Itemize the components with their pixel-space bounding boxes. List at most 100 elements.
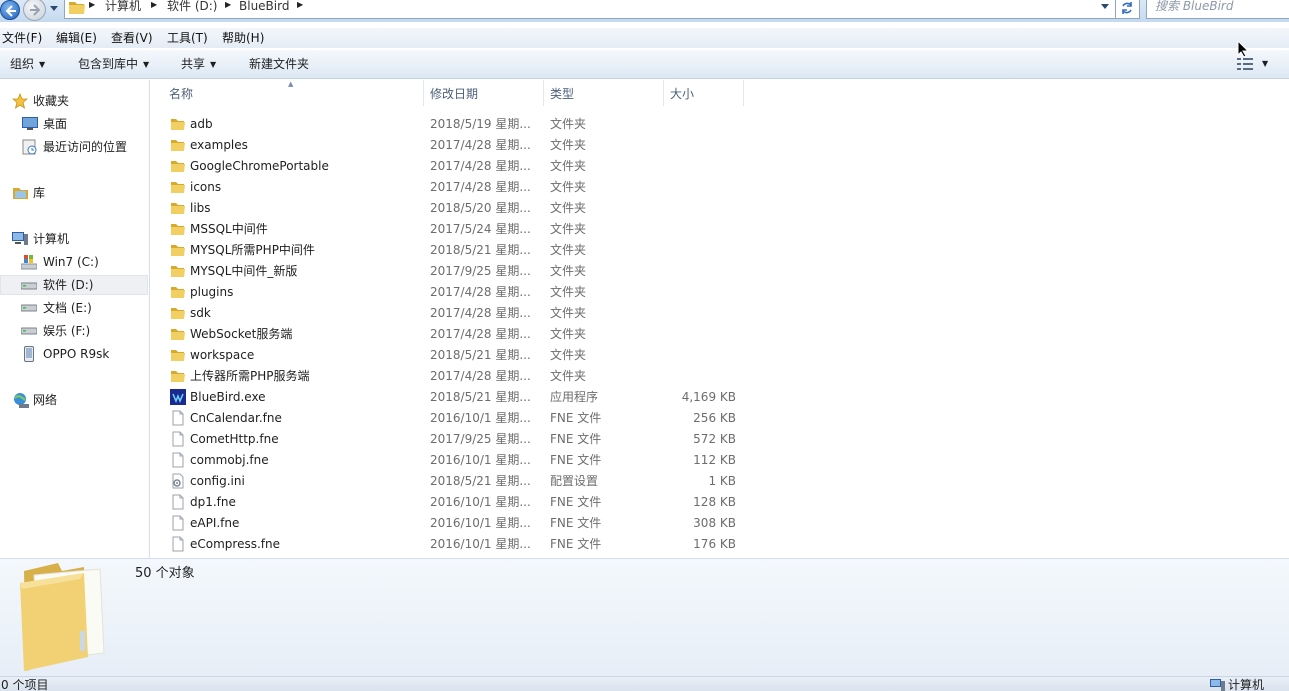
file-row[interactable]: adb 2018/5/19 星期... 文件夹 (168, 114, 888, 135)
file-name: MYSQL中间件_新版 (190, 264, 298, 278)
file-row[interactable]: commobj.fne 2016/10/1 星期... FNE 文件 112 KB (168, 450, 888, 471)
file-row[interactable]: plugins 2017/4/28 星期... 文件夹 (168, 282, 888, 303)
file-row[interactable]: GoogleChromePortable 2017/4/28 星期... 文件夹 (168, 156, 888, 177)
folder-icon (170, 263, 186, 282)
file-name: eCompress.fne (190, 537, 280, 551)
file-row[interactable]: workspace 2018/5/21 星期... 文件夹 (168, 345, 888, 366)
file-row[interactable]: MYSQL所需PHP中间件 2018/5/21 星期... 文件夹 (168, 240, 888, 261)
folder-icon (170, 221, 186, 240)
file-type: 文件夹 (550, 222, 587, 236)
nav-libraries[interactable]: 库 (0, 183, 148, 203)
nav-drive-e[interactable]: 文档 (E:) (0, 298, 148, 318)
file-row[interactable]: examples 2017/4/28 星期... 文件夹 (168, 135, 888, 156)
file-icon (170, 515, 186, 534)
organize-button[interactable]: 组织 ▼ (10, 57, 45, 73)
file-date: 2016/10/1 星期... (430, 453, 531, 467)
file-type: 文件夹 (550, 117, 587, 131)
nav-favorites[interactable]: 收藏夹 (0, 91, 148, 111)
chevron-down-icon: ▼ (210, 60, 217, 69)
breadcrumb-bluebird[interactable]: BlueBird (239, 0, 289, 15)
folder-icon (170, 347, 186, 366)
hard-drive-icon (21, 327, 37, 335)
file-row[interactable]: dp1.fne 2016/10/1 星期... FNE 文件 128 KB (168, 492, 888, 513)
file-date: 2016/10/1 星期... (430, 516, 531, 530)
breadcrumb-computer[interactable]: 计算机 (105, 0, 141, 15)
file-row[interactable]: MYSQL中间件_新版 2017/9/25 星期... 文件夹 (168, 261, 888, 282)
file-row[interactable]: eCompress.fne 2016/10/1 星期... FNE 文件 176 KB (168, 534, 888, 555)
breadcrumb-drive-d[interactable]: 软件 (D:) (167, 0, 217, 15)
nav-drive-c[interactable]: Win7 (C:) (0, 252, 148, 272)
status-bar: 0 个项目 计算机 (0, 676, 1289, 691)
nav-network[interactable]: 网络 (0, 390, 148, 410)
file-type: 文件夹 (550, 369, 587, 383)
nav-computer[interactable]: 计算机 (0, 229, 148, 249)
breadcrumb-separator-icon[interactable]: ▶ (89, 0, 95, 9)
menu-tools[interactable]: 工具(T) (167, 30, 208, 46)
file-name: 上传器所需PHP服务端 (190, 369, 310, 383)
column-header-type[interactable]: 类型 (550, 87, 574, 101)
file-name: config.ini (190, 474, 245, 488)
file-name: MSSQL中间件 (190, 222, 268, 236)
column-header-date[interactable]: 修改日期 (430, 87, 478, 101)
file-name: workspace (190, 348, 255, 362)
desktop-icon (22, 117, 38, 130)
file-size: 308 KB (693, 516, 736, 530)
file-date: 2018/5/19 星期... (430, 117, 531, 131)
breadcrumb-separator-icon[interactable]: ▶ (225, 0, 231, 9)
search-input[interactable]: 搜索 BlueBird (1146, 0, 1289, 19)
column-divider[interactable] (543, 80, 544, 106)
new-folder-button[interactable]: 新建文件夹 (249, 57, 309, 71)
file-row[interactable]: CnCalendar.fne 2016/10/1 星期... FNE 文件 256 K… (168, 408, 888, 429)
file-date: 2017/4/28 星期... (430, 180, 531, 194)
column-header-size[interactable]: 大小 (670, 87, 694, 101)
file-row[interactable]: CometHttp.fne 2017/9/25 星期... FNE 文件 572 KB (168, 429, 888, 450)
view-dropdown-icon[interactable]: ▼ (1262, 59, 1268, 68)
menu-help[interactable]: 帮助(H) (222, 30, 264, 46)
file-row[interactable]: config.ini 2018/5/21 星期... 配置设置 1 KB (168, 471, 888, 492)
file-row[interactable]: sdk 2017/4/28 星期... 文件夹 (168, 303, 888, 324)
forward-button[interactable] (23, 0, 46, 21)
nav-drive-d[interactable]: 软件 (D:) (0, 275, 148, 295)
library-icon (13, 188, 28, 199)
recent-pages-dropdown-icon[interactable] (50, 6, 58, 12)
refresh-button[interactable] (1116, 0, 1140, 19)
file-name: CnCalendar.fne (190, 411, 282, 425)
file-type: 文件夹 (550, 264, 587, 278)
menu-file[interactable]: 文件(F) (2, 30, 42, 46)
nav-phone[interactable]: OPPO R9sk (0, 344, 148, 364)
file-row[interactable]: 上传器所需PHP服务端 2017/4/28 星期... 文件夹 (168, 366, 888, 387)
file-date: 2018/5/21 星期... (430, 348, 531, 362)
file-type: FNE 文件 (550, 516, 602, 530)
navigation-pane: 收藏夹 桌面 最近访问的位置 库 计算机 Win7 (C:) 软件 (D:) 文… (0, 80, 150, 558)
address-dropdown-icon[interactable] (1101, 4, 1109, 10)
file-type: 文件夹 (550, 180, 587, 194)
file-date: 2016/10/1 星期... (430, 495, 531, 509)
folder-icon (170, 305, 186, 324)
address-bar[interactable]: ▶ 计算机 ▶ 软件 (D:) ▶ BlueBird ▶ (64, 0, 1116, 19)
column-divider[interactable] (423, 80, 424, 106)
computer-icon (1210, 679, 1225, 691)
include-in-library-button[interactable]: 包含到库中 ▼ (78, 57, 149, 73)
share-button[interactable]: 共享 ▼ (181, 57, 216, 73)
menu-edit[interactable]: 编辑(E) (56, 30, 97, 46)
column-divider[interactable] (743, 80, 744, 106)
file-size: 112 KB (693, 453, 736, 467)
breadcrumb-separator-icon[interactable]: ▶ (297, 0, 303, 9)
view-options-icon[interactable] (1237, 58, 1253, 70)
file-row[interactable]: MSSQL中间件 2017/5/24 星期... 文件夹 (168, 219, 888, 240)
nav-drive-f[interactable]: 娱乐 (F:) (0, 321, 148, 341)
file-date: 2016/10/1 星期... (430, 537, 531, 551)
file-row[interactable]: BlueBird.exe 2018/5/21 星期... 应用程序 4,169 KB (168, 387, 888, 408)
menu-view[interactable]: 查看(V) (111, 30, 153, 46)
file-date: 2017/4/28 星期... (430, 138, 531, 152)
column-divider[interactable] (663, 80, 664, 106)
nav-desktop[interactable]: 桌面 (0, 114, 148, 134)
breadcrumb-separator-icon[interactable]: ▶ (151, 0, 157, 9)
back-button[interactable] (0, 0, 20, 20)
column-header-name[interactable]: 名称 (169, 87, 193, 101)
file-row[interactable]: icons 2017/4/28 星期... 文件夹 (168, 177, 888, 198)
file-row[interactable]: WebSocket服务端 2017/4/28 星期... 文件夹 (168, 324, 888, 345)
nav-recent-places[interactable]: 最近访问的位置 (0, 137, 148, 157)
file-row[interactable]: libs 2018/5/20 星期... 文件夹 (168, 198, 888, 219)
file-row[interactable]: eAPI.fne 2016/10/1 星期... FNE 文件 308 KB (168, 513, 888, 534)
